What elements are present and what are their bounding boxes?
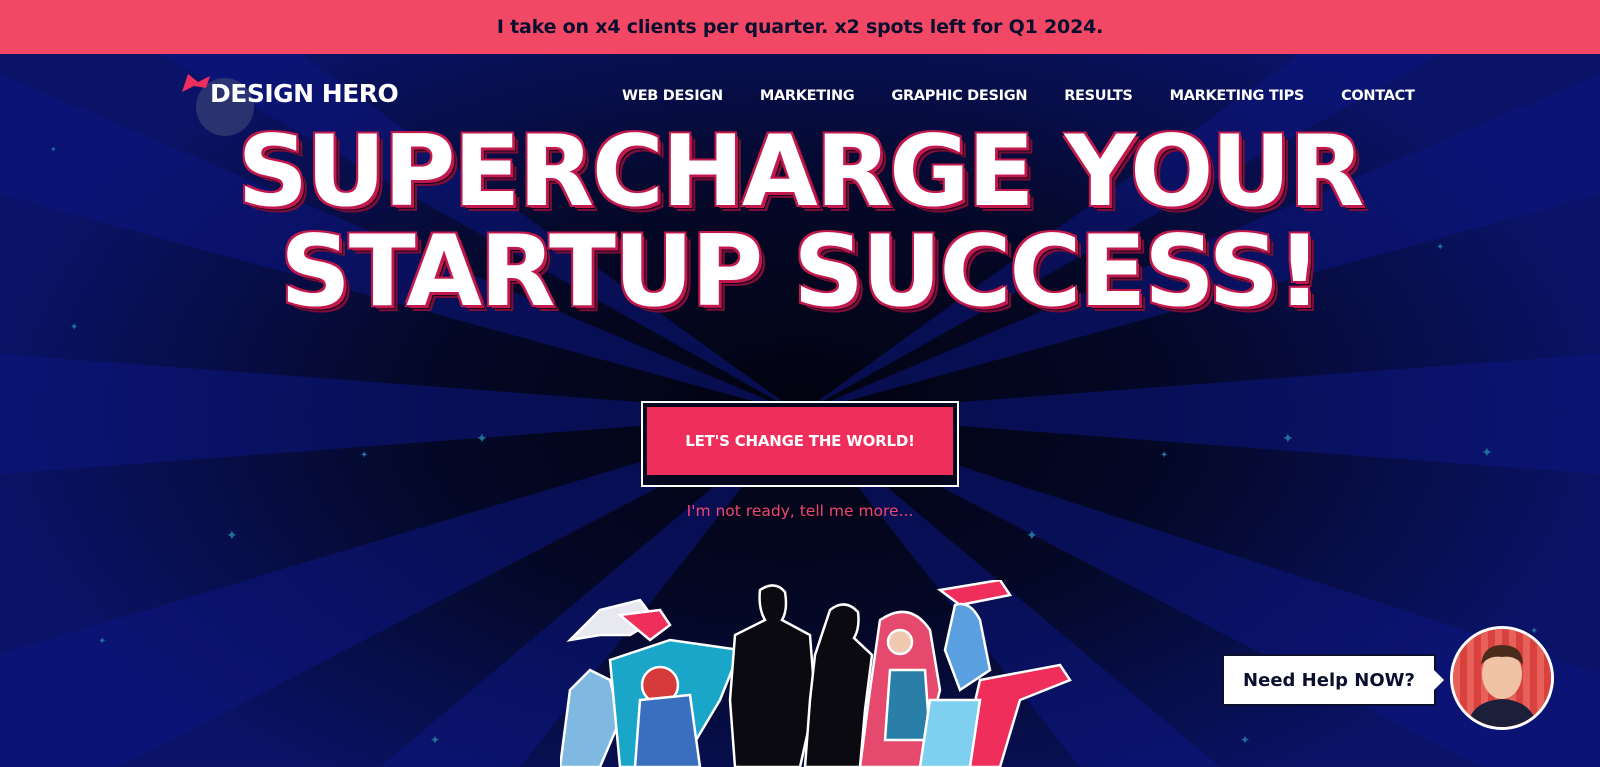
person-avatar-icon bbox=[1453, 629, 1551, 727]
headline-line-2: STARTUP SUCCESS! bbox=[280, 215, 1322, 329]
nav-marketing[interactable]: MARKETING bbox=[760, 88, 855, 104]
promo-bar: I take on x4 clients per quarter. x2 spo… bbox=[0, 0, 1600, 54]
promo-text: I take on x4 clients per quarter. x2 spo… bbox=[496, 16, 1104, 38]
cta-button[interactable]: LET'S CHANGE THE WORLD! bbox=[647, 407, 953, 475]
svg-text:✦: ✦ bbox=[1160, 450, 1168, 461]
svg-text:✦: ✦ bbox=[1240, 733, 1250, 747]
svg-text:✦: ✦ bbox=[1481, 445, 1493, 461]
nav-web-design[interactable]: WEB DESIGN bbox=[622, 88, 723, 104]
cta-frame: LET'S CHANGE THE WORLD! bbox=[641, 401, 959, 487]
nav-graphic-design[interactable]: GRAPHIC DESIGN bbox=[891, 88, 1027, 104]
nav-results[interactable]: RESULTS bbox=[1064, 88, 1133, 104]
help-avatar[interactable] bbox=[1450, 626, 1554, 730]
site-logo[interactable]: DESIGN HERO bbox=[180, 70, 400, 136]
nav-contact[interactable]: CONTACT bbox=[1341, 88, 1415, 104]
svg-text:✦: ✦ bbox=[226, 528, 238, 544]
svg-text:✦: ✦ bbox=[430, 733, 440, 747]
superheroes-illustration bbox=[560, 580, 1072, 767]
nav-marketing-tips[interactable]: MARKETING TIPS bbox=[1170, 88, 1305, 104]
svg-text:✦: ✦ bbox=[70, 322, 78, 333]
svg-text:✦: ✦ bbox=[1026, 528, 1038, 544]
help-bubble-tail bbox=[1434, 670, 1444, 690]
svg-text:✦: ✦ bbox=[360, 450, 368, 461]
headline-line-1: SUPERCHARGE YOUR bbox=[237, 115, 1365, 229]
svg-text:✦: ✦ bbox=[476, 431, 488, 447]
help-chat-button[interactable]: Need Help NOW? bbox=[1222, 654, 1436, 706]
hero-headline: SUPERCHARGE YOUR STARTUP SUCCESS! bbox=[0, 122, 1600, 322]
svg-text:✦: ✦ bbox=[98, 636, 106, 647]
learn-more-link[interactable]: I'm not ready, tell me more... bbox=[0, 502, 1600, 520]
svg-text:✦: ✦ bbox=[1282, 431, 1294, 447]
cape-icon bbox=[182, 74, 210, 92]
main-nav: WEB DESIGN MARKETING GRAPHIC DESIGN RESU… bbox=[622, 88, 1415, 104]
logo-text: DESIGN HERO bbox=[210, 79, 399, 108]
